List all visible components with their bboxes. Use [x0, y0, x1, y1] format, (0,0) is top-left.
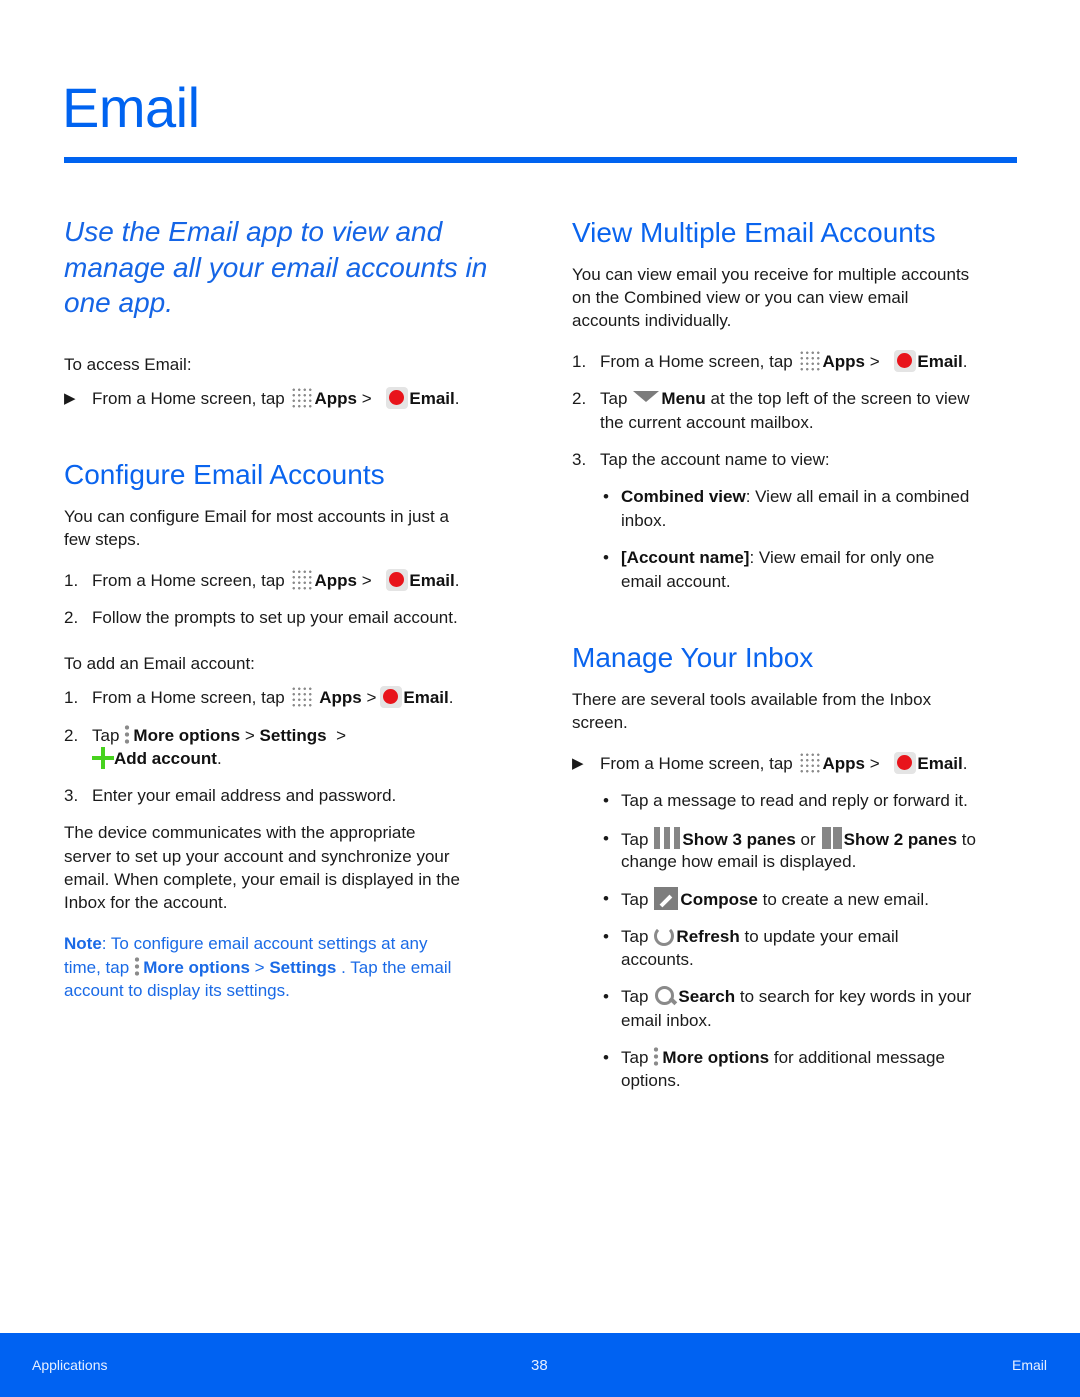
- title-rule: [64, 157, 1017, 163]
- access-step: From a Home screen, tap Apps > Email.: [92, 387, 460, 409]
- step-number: 2.: [64, 608, 79, 627]
- account-name-item: [Account name]: View email for only one: [621, 548, 935, 567]
- page-footer: Applications 38 Email: [0, 1333, 1080, 1397]
- arrow-bullet-icon: ▶: [64, 390, 76, 407]
- inbox-tip-more-cont: options.: [621, 1071, 681, 1090]
- configure-desc-2: few steps.: [64, 530, 141, 549]
- bullet-dot: •: [603, 1048, 609, 1067]
- inbox-tip-more: Tap More options for additional message: [621, 1046, 945, 1068]
- email-app-icon: [894, 350, 917, 372]
- bullet-dot: •: [603, 889, 609, 908]
- multiple-desc-1: You can view email you receive for multi…: [572, 265, 970, 284]
- footer-page-number: 38: [531, 1357, 548, 1374]
- combined-view-item: Combined view: View all email in a combi…: [621, 487, 970, 506]
- inbox-tip-refresh-cont: accounts.: [621, 950, 694, 969]
- multiple-step-2: Tap Menu at the top left of the screen to…: [600, 389, 970, 408]
- inbox-tip-compose: Tap Compose to create a new email.: [621, 887, 929, 912]
- configure-desc-1: You can configure Email for most account…: [64, 507, 449, 526]
- step-number: 2.: [64, 726, 79, 745]
- apps-icon: [799, 350, 822, 372]
- compose-icon: [654, 887, 679, 910]
- apps-icon: [799, 752, 822, 774]
- inbox-tip-refresh: Tap Refresh to update your email: [621, 926, 899, 946]
- add-label: To add an Email account:: [64, 654, 255, 673]
- multiple-heading: View Multiple Email Accounts: [572, 217, 936, 248]
- multiple-step-2-cont: the current account mailbox.: [600, 413, 814, 432]
- inbox-tip-search-cont: email inbox.: [621, 1011, 712, 1030]
- add-step-3: Enter your email address and password.: [92, 786, 397, 805]
- add-step-2: Tap More options > Settings >: [92, 724, 346, 746]
- two-panes-icon: [821, 827, 842, 849]
- step-number: 1.: [64, 571, 79, 590]
- footer-section: Applications: [32, 1357, 108, 1373]
- device-para-2: server to set up your account and synchr…: [64, 847, 450, 866]
- note-line-2: time, tap More options > Settings . Tap t…: [64, 956, 452, 978]
- inbox-tip-panes-cont: change how email is displayed.: [621, 852, 857, 871]
- bullet-dot: •: [603, 987, 609, 1006]
- bullet-dot: •: [603, 829, 609, 848]
- three-panes-icon: [654, 827, 681, 849]
- configure-heading: Configure Email Accounts: [64, 459, 385, 490]
- add-step-1: From a Home screen, tap Apps > Email.: [92, 686, 454, 708]
- email-app-icon: [386, 387, 409, 409]
- search-icon: [654, 985, 676, 1007]
- bullet-dot: •: [603, 548, 609, 567]
- access-label: To access Email:: [64, 355, 192, 374]
- multiple-step-1: From a Home screen, tap Apps > Email.: [600, 350, 968, 372]
- multiple-desc-2: on the Combined view or you can view ema…: [572, 288, 909, 307]
- multiple-desc-3: accounts individually.: [572, 311, 732, 330]
- menu-dropdown-icon: [633, 391, 660, 402]
- apps-icon: [291, 387, 314, 409]
- more-options-icon: [133, 956, 142, 978]
- step-number: 1.: [572, 352, 587, 371]
- email-app-icon: [894, 752, 917, 774]
- step-number: 3.: [572, 450, 587, 469]
- apps-icon: [291, 569, 314, 591]
- step-number: 3.: [64, 786, 79, 805]
- inbox-desc-1: There are several tools available from t…: [572, 690, 932, 709]
- bullet-dot: •: [603, 487, 609, 506]
- note-line-3: account to display its settings.: [64, 981, 290, 1000]
- inbox-tip-search: Tap Search to search for key words in you…: [621, 985, 972, 1007]
- note-line-1: Note: To configure email account setting…: [64, 934, 428, 953]
- step-number: 2.: [572, 389, 587, 408]
- inbox-tip-message: Tap a message to read and reply or forwa…: [621, 791, 968, 810]
- configure-step-1: From a Home screen, tap Apps > Email.: [92, 569, 460, 591]
- apps-icon: [291, 686, 314, 708]
- add-icon: [92, 747, 114, 769]
- intro-text: Use the Email app to view and manage all…: [64, 216, 488, 318]
- step-number: 1.: [64, 688, 79, 707]
- combined-view-cont: inbox.: [621, 511, 667, 530]
- page-title: Email: [62, 76, 200, 139]
- inbox-step: From a Home screen, tap Apps > Email.: [600, 752, 968, 774]
- add-step-2-cont: Add account.: [92, 747, 222, 771]
- arrow-bullet-icon: ▶: [572, 755, 584, 772]
- device-para-3: email. When complete, your email is disp…: [64, 870, 460, 889]
- multiple-step-3: Tap the account name to view:: [600, 450, 830, 469]
- refresh-icon: [654, 926, 675, 946]
- configure-step-2: Follow the prompts to set up your email …: [92, 608, 458, 627]
- bullet-dot: •: [603, 927, 609, 946]
- inbox-desc-2: screen.: [572, 713, 628, 732]
- inbox-heading: Manage Your Inbox: [572, 642, 814, 673]
- email-app-icon: [380, 686, 403, 708]
- bullet-dot: •: [603, 791, 609, 810]
- inbox-tip-panes: Tap Show 3 panes or Show 2 panes to: [621, 827, 976, 852]
- email-app-icon: [386, 569, 409, 591]
- more-options-icon: [652, 1046, 661, 1068]
- footer-chapter: Email: [1012, 1357, 1048, 1373]
- more-options-icon: [123, 724, 132, 746]
- device-para-4: Inbox for the account.: [64, 893, 228, 912]
- device-para-1: The device communicates with the appropr…: [64, 823, 416, 842]
- account-name-cont: email account.: [621, 572, 731, 591]
